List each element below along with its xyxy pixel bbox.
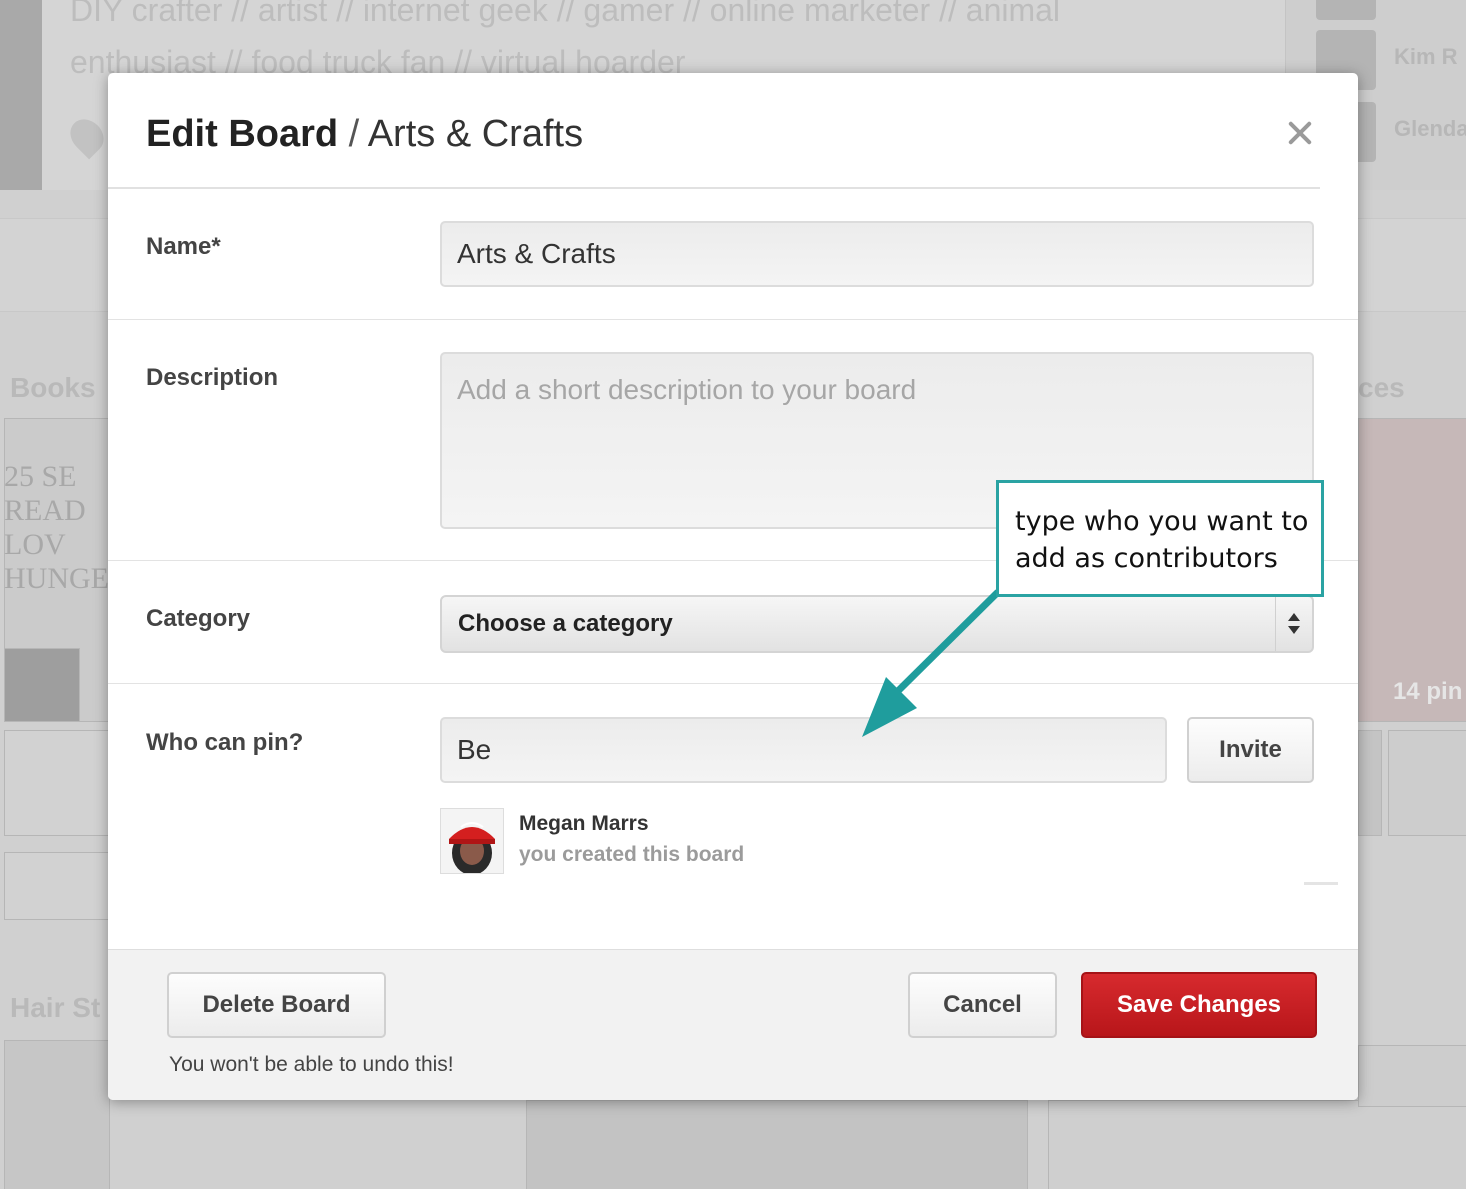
avatar-image [441, 809, 503, 873]
dialog-title-board: Arts & Crafts [367, 113, 584, 155]
dialog-title-action: Edit Board [146, 113, 339, 155]
dialog-footer: Delete Board You won't be able to undo t… [108, 949, 1358, 1100]
profile-bio-line: DIY crafter // artist // internet geek /… [70, 0, 1061, 28]
cancel-button[interactable]: Cancel [908, 972, 1057, 1038]
delete-board-button[interactable]: Delete Board [167, 972, 386, 1038]
who-can-pin-label: Who can pin? [146, 729, 304, 756]
board-title: Hair St [10, 992, 101, 1023]
save-changes-button[interactable]: Save Changes [1081, 972, 1317, 1038]
contributor-search-input[interactable]: Be [440, 717, 1167, 783]
board-cover [526, 1100, 1028, 1189]
category-label: Category [146, 605, 251, 632]
board-cover [1358, 418, 1466, 722]
board-thumb [1388, 730, 1466, 836]
delete-board-label: Delete Board [202, 991, 351, 1018]
name-label: Name* [146, 233, 221, 260]
description-label: Description [146, 364, 279, 391]
book-cover-text: 25 SE READ LOV HUNGE [4, 460, 109, 595]
board-thumb [4, 648, 80, 722]
board-pin-count: 14 pin [1393, 678, 1463, 705]
divider [1304, 882, 1338, 885]
delete-warning: You won't be able to undo this! [169, 1053, 454, 1076]
board-thumb [4, 852, 110, 920]
profile-avatar [0, 0, 42, 190]
cancel-button-label: Cancel [943, 991, 1022, 1018]
category-select[interactable]: Choose a category [440, 595, 1314, 653]
follower-thumb [1316, 0, 1376, 20]
board-thumb [1358, 730, 1382, 836]
location-icon [63, 112, 111, 160]
contributor-note: you created this board [519, 843, 745, 866]
category-selected-value: Choose a category [458, 610, 673, 637]
board-title: Books [10, 372, 96, 403]
dialog-header: Edit Board / Arts & Crafts [108, 73, 1358, 189]
callout-text: type who you want to add as contributors [1015, 506, 1309, 574]
contributor-name: Megan Marrs [519, 812, 649, 835]
board-name-input[interactable]: Arts & Crafts [440, 221, 1314, 287]
select-arrows-icon [1275, 597, 1312, 651]
board-cover [4, 1040, 110, 1189]
description-placeholder: Add a short description to your board [457, 374, 917, 405]
close-icon[interactable] [1280, 113, 1320, 153]
board-cover [1048, 1100, 1466, 1189]
avatar [440, 808, 504, 874]
board-thumb [4, 730, 110, 836]
follower-name: Kim R [1394, 44, 1458, 69]
board-cover [1358, 1045, 1466, 1107]
annotation-callout: type who you want to add as contributors [996, 480, 1324, 597]
follower-name: Glenda [1394, 116, 1466, 141]
dialog-title: Edit Board / Arts & Crafts [146, 113, 583, 156]
save-changes-label: Save Changes [1116, 991, 1282, 1018]
invite-button[interactable]: Invite [1187, 717, 1314, 783]
invite-button-label: Invite [1219, 736, 1282, 763]
dialog-title-separator: / [338, 113, 368, 155]
board-title: ces [1358, 372, 1405, 403]
